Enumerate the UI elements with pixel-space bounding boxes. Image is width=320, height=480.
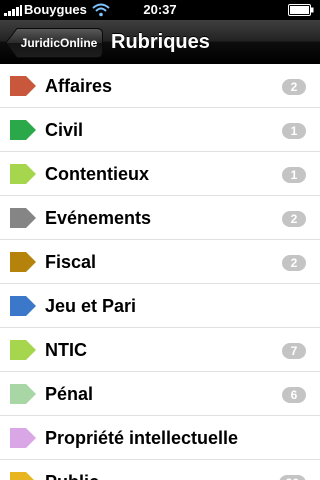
category-tag-icon (10, 252, 36, 272)
rubrique-label: Fiscal (45, 252, 97, 272)
count-badge: 1 (282, 123, 306, 139)
rubrique-label: Contentieux (45, 164, 150, 184)
list-item[interactable]: Pénal 6 (0, 372, 320, 416)
category-tag-icon (10, 208, 36, 228)
list-item[interactable]: Civil 1 (0, 108, 320, 152)
count-badge: 6 (282, 387, 306, 403)
category-tag-icon (10, 296, 36, 316)
category-tag-icon (10, 120, 36, 140)
rubrique-label: Civil (45, 120, 84, 140)
count-badge: 20 (278, 475, 306, 480)
count-badge: 2 (282, 211, 306, 227)
back-button-label: JuridicOnline (20, 36, 98, 50)
rubrique-label: Propriété intellectuelle (45, 428, 239, 448)
list-item[interactable]: Fiscal 2 (0, 240, 320, 284)
page-title: Rubriques (111, 31, 210, 53)
back-button[interactable]: JuridicOnline (5, 28, 103, 58)
list-item[interactable]: NTIC 7 (0, 328, 320, 372)
status-bar: Bouygues 20:37 (0, 0, 320, 20)
category-tag-icon (10, 76, 36, 96)
rubrique-label: NTIC (45, 340, 87, 360)
category-tag-icon (10, 472, 34, 480)
list-item[interactable]: Evénements 2 (0, 196, 320, 240)
count-badge: 7 (282, 343, 306, 359)
battery-icon (288, 4, 314, 16)
category-tag-icon (10, 164, 36, 184)
list-item[interactable]: Propriété intellectuelle (0, 416, 320, 460)
category-tag-icon (10, 428, 36, 448)
navigation-bar: JuridicOnline Rubriques (0, 20, 320, 64)
category-tag-icon (10, 384, 36, 404)
list-item[interactable]: Public 20 (0, 460, 320, 480)
list-item[interactable]: Affaires 2 (0, 64, 320, 108)
count-badge: 2 (282, 255, 306, 271)
count-badge: 1 (282, 167, 306, 183)
count-badge: 2 (282, 79, 306, 95)
rubriques-list: Affaires 2 Civil 1 Contentieux 1 Evénements 2 Fi… (0, 64, 320, 480)
rubrique-label: Public (45, 460, 99, 480)
rubrique-label: Evénements (45, 208, 152, 228)
list-item[interactable]: Contentieux 1 (0, 152, 320, 196)
rubrique-label: Pénal (45, 384, 94, 404)
rubrique-label: Jeu et Pari (45, 296, 137, 316)
list-item[interactable]: Jeu et Pari (0, 284, 320, 328)
category-tag-icon (10, 340, 36, 360)
rubrique-label: Affaires (45, 76, 113, 96)
screen: Bouygues 20:37 JuridicOnline Rubriques A… (0, 0, 320, 480)
status-time: 20:37 (143, 2, 177, 17)
